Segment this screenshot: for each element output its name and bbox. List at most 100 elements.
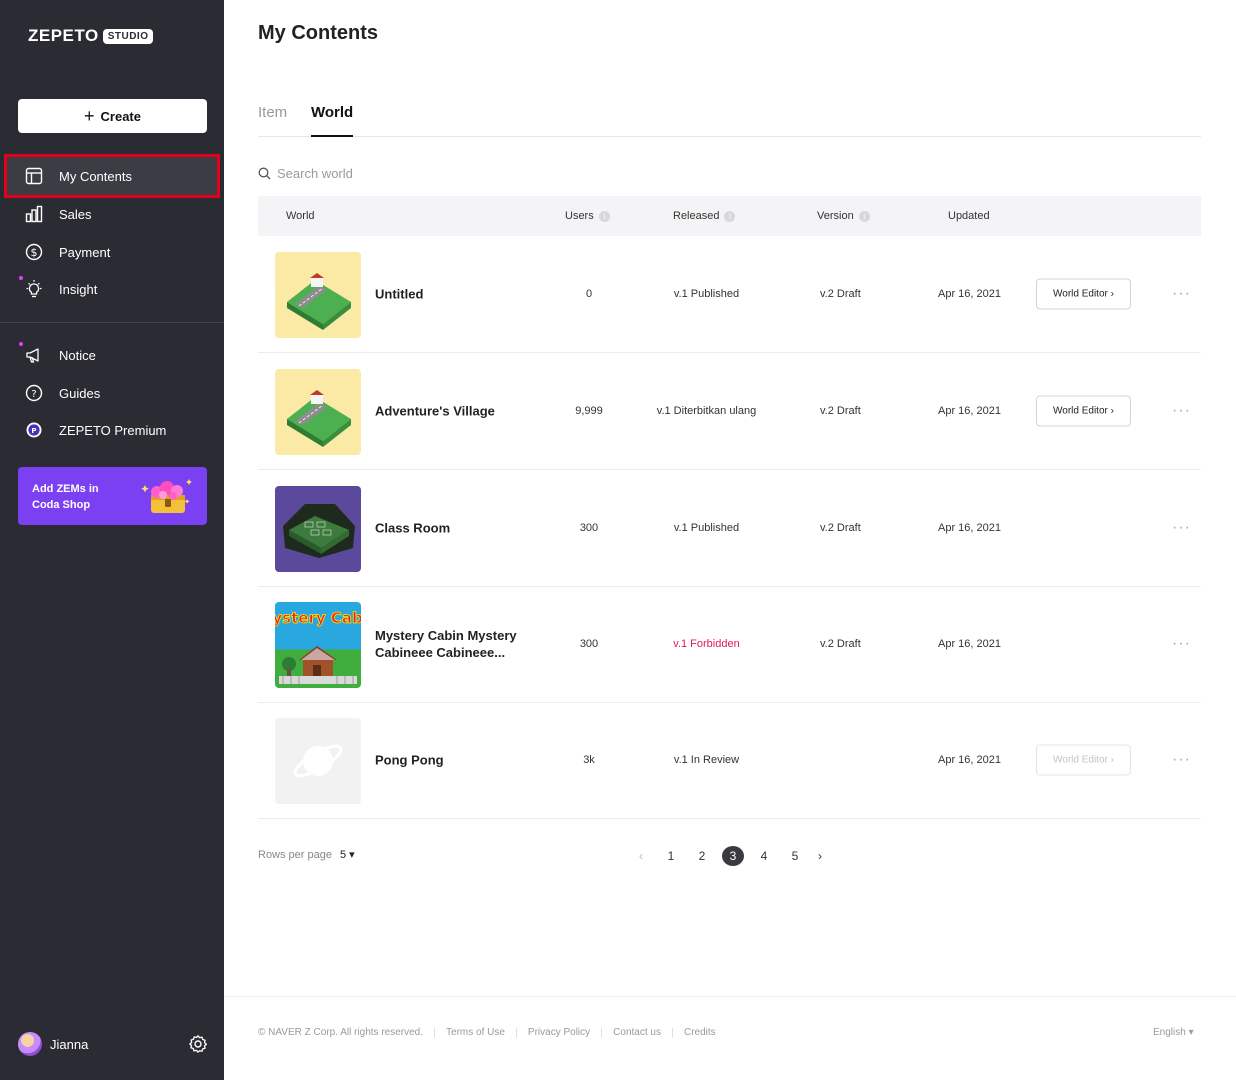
rows-per-page-select[interactable]: 5 ▾ xyxy=(340,848,355,861)
world-thumbnail xyxy=(275,486,361,572)
sidebar-item-insight[interactable]: Insight xyxy=(0,270,224,308)
page-button-1[interactable]: 1 xyxy=(660,846,682,866)
world-thumbnail xyxy=(275,718,361,804)
next-page-icon[interactable]: › xyxy=(813,846,827,866)
footer-links: © NAVER Z Corp. All rights reserved. Ter… xyxy=(258,1027,716,1038)
users-count: 300 xyxy=(579,522,599,534)
zepeto-studio-logo[interactable]: ZEPETO STUDIO xyxy=(28,26,154,46)
sidebar-item-payment[interactable]: $ Payment xyxy=(0,233,224,271)
planet-placeholder-icon xyxy=(293,744,343,778)
footer-divider xyxy=(434,1027,436,1038)
users-count: 300 xyxy=(579,638,599,650)
more-options-icon[interactable]: ··· xyxy=(1172,402,1191,420)
thumbnail-text: Mystery Cabin xyxy=(275,609,361,627)
notification-dot xyxy=(19,342,23,346)
released-status: v.1 Diterbitkan ulang xyxy=(656,405,757,417)
treasure-chest-icon xyxy=(141,479,192,513)
megaphone-icon xyxy=(19,342,44,365)
premium-p-icon: P xyxy=(24,420,44,440)
sidebar-item-zepeto-premium[interactable]: P ZEPETO Premium xyxy=(0,411,224,449)
world-thumbnail xyxy=(275,252,361,338)
sidebar-item-label: Insight xyxy=(59,281,98,297)
page-button-4[interactable]: 4 xyxy=(753,846,775,866)
page-title: My Contents xyxy=(258,22,378,44)
world-thumbnail xyxy=(275,369,361,455)
sidebar-item-label: ZEPETO Premium xyxy=(59,422,167,438)
active-tab-indicator xyxy=(311,135,353,137)
updated-date: Apr 16, 2021 xyxy=(938,754,1001,766)
released-status: v.1 Forbidden xyxy=(673,638,740,650)
info-icon[interactable]: i xyxy=(858,210,870,222)
page-button-5[interactable]: 5 xyxy=(784,846,806,866)
svg-text:P: P xyxy=(31,427,36,435)
privacy-link[interactable]: Privacy Policy xyxy=(528,1027,590,1038)
avatar xyxy=(18,1032,42,1056)
info-icon[interactable]: i xyxy=(724,210,736,222)
sidebar-item-notice[interactable]: Notice xyxy=(0,336,224,374)
plus-icon: + xyxy=(84,106,95,126)
updated-date: Apr 16, 2021 xyxy=(938,405,1001,417)
question-circle-icon: ? xyxy=(24,383,44,403)
users-count: 3k xyxy=(583,754,595,766)
world-thumbnail: Mystery Cabin xyxy=(275,602,361,688)
more-options-icon[interactable]: ··· xyxy=(1172,635,1191,653)
gear-icon[interactable] xyxy=(188,1034,208,1054)
tab-item[interactable]: Item xyxy=(258,104,287,121)
updated-date: Apr 16, 2021 xyxy=(938,288,1001,300)
table-row[interactable]: Class Room 300 v.1 Published v.2 Draft A… xyxy=(258,470,1201,587)
version-status: v.2 Draft xyxy=(820,405,861,417)
table-row[interactable]: Pong Pong 3k v.1 In Review Apr 16, 2021 … xyxy=(258,702,1201,819)
sidebar-item-sales[interactable]: Sales xyxy=(0,195,224,233)
language-select[interactable]: English ▾ xyxy=(1153,1027,1194,1038)
updated-date: Apr 16, 2021 xyxy=(938,638,1001,650)
sidebar-item-label: My Contents xyxy=(59,168,132,184)
world-editor-button[interactable]: World Editor › xyxy=(1036,744,1131,776)
search-input[interactable] xyxy=(277,165,527,181)
create-label: Create xyxy=(100,108,141,124)
world-name[interactable]: Untitled xyxy=(375,286,535,303)
page-button-3[interactable]: 3 xyxy=(722,846,744,866)
notification-dot xyxy=(19,276,23,280)
world-name[interactable]: Class Room xyxy=(375,520,535,537)
world-editor-button[interactable]: World Editor › xyxy=(1036,395,1131,427)
more-options-icon[interactable]: ··· xyxy=(1172,285,1191,303)
table-row[interactable]: Untitled 0 v.1 Published v.2 Draft Apr 1… xyxy=(258,236,1201,353)
sidebar-item-label: Sales xyxy=(59,206,92,222)
user-name: Jianna xyxy=(50,1036,89,1052)
footer-divider xyxy=(515,1027,517,1038)
svg-text:?: ? xyxy=(31,389,36,400)
updated-date: Apr 16, 2021 xyxy=(938,522,1001,534)
create-button[interactable]: + Create xyxy=(18,99,207,133)
users-count: 9,999 xyxy=(575,405,603,417)
footer-divider xyxy=(601,1027,603,1038)
copyright-text: © NAVER Z Corp. All rights reserved. xyxy=(258,1027,424,1038)
pagination: ‹ 1 2 3 4 5 › xyxy=(634,846,839,866)
table-row[interactable]: Adventure's Village 9,999 v.1 Diterbitka… xyxy=(258,353,1201,470)
prev-page-icon[interactable]: ‹ xyxy=(634,846,648,866)
world-name[interactable]: Mystery Cabin Mystery Cabineee Cabineee.… xyxy=(375,627,535,661)
sidebar-item-label: Guides xyxy=(59,385,101,401)
tab-world[interactable]: World xyxy=(311,104,353,121)
world-editor-button[interactable]: World Editor › xyxy=(1036,278,1131,310)
lightbulb-icon xyxy=(19,276,44,299)
sidebar-divider xyxy=(0,322,224,323)
table-header: World Users i Released i Version i Updated xyxy=(258,196,1201,236)
rows-per-page-label: Rows per page xyxy=(258,848,332,861)
more-options-icon[interactable]: ··· xyxy=(1172,519,1191,537)
contact-link[interactable]: Contact us xyxy=(613,1027,661,1038)
credits-link[interactable]: Credits xyxy=(684,1027,716,1038)
sidebar-item-guides[interactable]: ? Guides xyxy=(0,374,224,412)
search-icon xyxy=(258,167,271,179)
user-profile[interactable]: Jianna xyxy=(18,1032,88,1056)
terms-link[interactable]: Terms of Use xyxy=(446,1027,505,1038)
more-options-icon[interactable]: ··· xyxy=(1172,751,1191,769)
column-header-users: Users i xyxy=(565,210,610,222)
world-name[interactable]: Pong Pong xyxy=(375,752,535,769)
table-row[interactable]: Mystery Cabin Mystery Cabin Mystery Cabi… xyxy=(258,586,1201,703)
page-button-2[interactable]: 2 xyxy=(691,846,713,866)
sidebar-item-my-contents[interactable]: My Contents xyxy=(4,154,220,198)
info-icon[interactable]: i xyxy=(598,210,610,222)
coda-shop-promo-banner[interactable]: Add ZEMs in Coda Shop xyxy=(18,467,207,525)
column-header-world: World xyxy=(286,210,315,222)
world-name[interactable]: Adventure's Village xyxy=(375,403,535,420)
